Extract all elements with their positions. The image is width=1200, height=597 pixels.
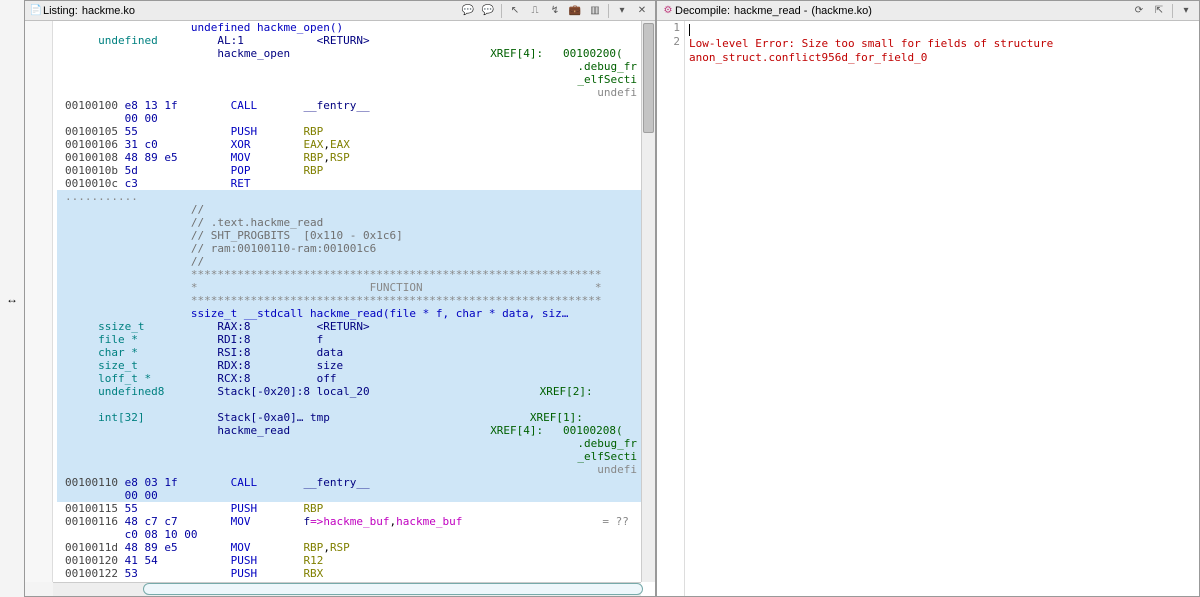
toolbar-btn-2[interactable]: 💬 [479, 3, 497, 19]
sig-open: undefined hackme_open() [65, 21, 343, 34]
dropdown-icon[interactable]: ▾ [613, 3, 631, 19]
decompile-title-file: (hackme.ko) [811, 5, 872, 17]
listing-title-file: hackme.ko [82, 5, 135, 17]
graph-icon[interactable]: ↯ [546, 3, 564, 19]
decompile-code[interactable]: 1 2 Low-level Error: Size too small for … [657, 21, 1199, 596]
decompile-panel: ⚙ Decompile: hackme_read - (hackme.ko) ⟳… [656, 0, 1200, 597]
separator [1172, 4, 1173, 18]
decompile-gutter: 1 2 [657, 21, 685, 596]
cursor-tool-icon[interactable]: ↖ [506, 3, 524, 19]
layout-icon[interactable]: ▥ [586, 3, 604, 19]
decompile-icon: ⚙ [661, 4, 675, 18]
listing-code[interactable]: undefined hackme_open() undefined AL:1 <… [53, 21, 655, 596]
decompile-error: Low-level Error: Size too small for fiel… [689, 37, 1053, 64]
listing-panel: 📄 Listing: hackme.ko 💬 💬 ↖ ⎍ ↯ 💼 ▥ ▾ ✕ u… [24, 0, 656, 597]
menu-icon[interactable]: ▾ [1177, 3, 1195, 19]
close-icon[interactable]: ✕ [633, 3, 651, 19]
listing-titlebar: 📄 Listing: hackme.ko 💬 💬 ↖ ⎍ ↯ 💼 ▥ ▾ ✕ [25, 1, 655, 21]
refresh-icon[interactable]: ⟳ [1130, 3, 1148, 19]
listing-tab[interactable] [143, 583, 643, 595]
func-hackme-open: hackme_open [217, 47, 290, 60]
separator [501, 4, 502, 18]
sig-read: ssize_t __stdcall hackme_read(file * f, … [191, 307, 569, 320]
briefcase-icon[interactable]: 💼 [566, 3, 584, 19]
expand-arrow-icon: ↔ [6, 292, 18, 306]
decompile-titlebar: ⚙ Decompile: hackme_read - (hackme.ko) ⟳… [657, 1, 1199, 21]
listing-title-prefix: Listing: [43, 5, 78, 17]
listing-scrollbar-v[interactable] [641, 21, 655, 582]
panel-gap[interactable]: ↔ [0, 0, 24, 597]
export-icon[interactable]: ⇱ [1150, 3, 1168, 19]
decompile-title-func: hackme_read - [734, 5, 807, 17]
separator [608, 4, 609, 18]
func-hackme-read: hackme_read [217, 424, 290, 437]
text-cursor [689, 24, 690, 36]
listing-gutter [25, 21, 53, 582]
decompile-title-prefix: Decompile: [675, 5, 730, 17]
flow-icon[interactable]: ⎍ [526, 3, 544, 19]
toolbar-btn-1[interactable]: 💬 [459, 3, 477, 19]
listing-icon: 📄 [29, 4, 43, 18]
listing-scrollbar-h[interactable] [53, 582, 641, 596]
